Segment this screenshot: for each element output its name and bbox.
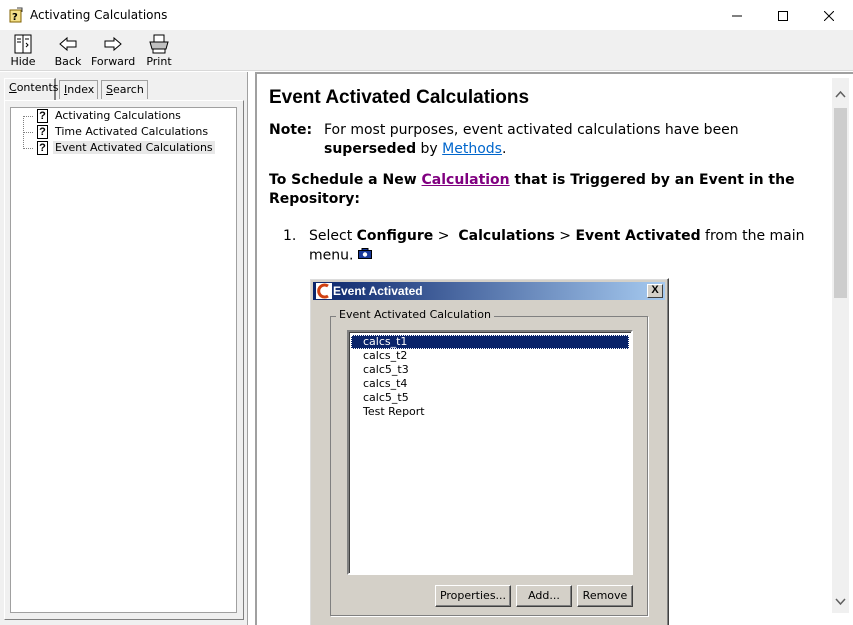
forward-arrow-icon <box>104 36 122 52</box>
step-1: 1. Select Configure > Calculations > Eve… <box>283 228 805 265</box>
maximize-button[interactable] <box>760 0 806 31</box>
note-label: Note: <box>269 122 313 138</box>
camera-icon[interactable] <box>357 246 372 265</box>
help-topic-icon: ? <box>37 141 48 155</box>
scroll-up-button[interactable] <box>832 86 849 103</box>
tab-contents[interactable]: Contents <box>4 78 59 100</box>
close-icon <box>824 10 834 21</box>
properties-button[interactable]: Properties... <box>435 585 511 607</box>
minimize-icon <box>732 15 742 16</box>
help-topic-icon: ? <box>37 125 48 139</box>
hide-pane-icon <box>14 34 32 54</box>
hide-button[interactable]: Hide <box>8 34 38 70</box>
svg-text:?: ? <box>12 12 18 23</box>
chevron-down-icon <box>835 598 846 606</box>
maximize-icon <box>778 10 788 21</box>
back-button[interactable]: Back <box>52 34 84 70</box>
back-arrow-icon <box>59 36 77 52</box>
add-button[interactable]: Add... <box>516 585 572 607</box>
methods-link[interactable]: Methods <box>442 141 502 157</box>
list-item[interactable]: calcs_t1 <box>351 335 629 349</box>
event-activated-dialog: Event Activated X Event Activated Calcul… <box>309 278 669 625</box>
remove-button[interactable]: Remove <box>577 585 633 607</box>
calculation-listbox[interactable]: calcs_t1 calcs_t2 calc5_t3 calcs_t4 calc… <box>347 330 633 575</box>
dialog-close-button[interactable]: X <box>647 284 663 298</box>
close-button[interactable] <box>806 0 852 31</box>
section-heading: To Schedule a New Calculation that is Tr… <box>269 172 795 207</box>
minimize-button[interactable] <box>714 0 760 31</box>
vertical-scrollbar[interactable] <box>832 78 849 613</box>
scroll-thumb[interactable] <box>834 108 847 298</box>
app-logo-icon <box>316 283 332 299</box>
page-title: Event Activated Calculations <box>269 87 530 108</box>
help-book-icon: ? <box>8 7 24 23</box>
title-bar: ? Activating Calculations <box>0 0 853 31</box>
printer-icon <box>149 34 169 54</box>
list-item[interactable]: calcs_t4 <box>351 377 629 391</box>
contents-tree: ? Activating Calculations ? Time Activat… <box>10 107 237 613</box>
dialog-title-bar: Event Activated X <box>313 282 665 300</box>
list-item[interactable]: calc5_t3 <box>351 363 629 377</box>
print-label: Print <box>146 55 172 68</box>
topic-content-pane: Event Activated Calculations Note: For m… <box>255 72 853 625</box>
window-title: Activating Calculations <box>30 8 168 22</box>
scroll-down-button[interactable] <box>832 593 849 610</box>
navigation-pane: Contents Index Search ? Activating Calcu… <box>0 72 248 625</box>
back-label: Back <box>54 55 82 68</box>
list-item[interactable]: calcs_t2 <box>351 349 629 363</box>
hide-label: Hide <box>10 55 36 68</box>
list-item[interactable]: calc5_t5 <box>351 391 629 405</box>
calculation-link[interactable]: Calculation <box>422 172 510 188</box>
forward-button[interactable]: Forward <box>91 34 135 70</box>
chevron-up-icon <box>835 90 846 98</box>
print-button[interactable]: Print <box>144 34 174 70</box>
group-label: Event Activated Calculation <box>336 308 494 321</box>
tab-index[interactable]: Index <box>59 80 98 99</box>
note-paragraph: Note: For most purposes, event activated… <box>269 122 739 157</box>
forward-label: Forward <box>91 55 136 68</box>
tab-search[interactable]: Search <box>101 80 148 99</box>
list-item[interactable]: Test Report <box>351 405 629 419</box>
toolbar: Hide Back Forward Print <box>0 31 853 71</box>
help-topic-icon: ? <box>37 109 48 123</box>
dialog-title: Event Activated <box>333 284 423 298</box>
